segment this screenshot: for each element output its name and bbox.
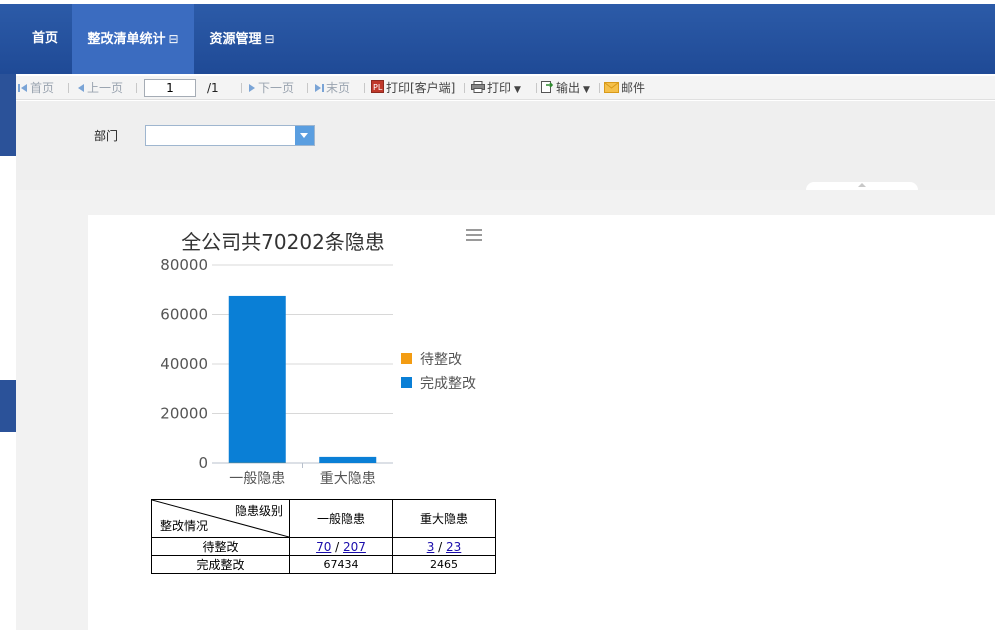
envelope-icon bbox=[604, 77, 619, 101]
table-cell: 70 / 207 bbox=[289, 537, 393, 556]
collapse-icon: ⊟ bbox=[264, 32, 275, 46]
last-page-label: 末页 bbox=[326, 81, 351, 95]
bar-done-0 bbox=[228, 295, 286, 463]
table-cell: 3 / 23 bbox=[392, 537, 496, 556]
toolbar-divider bbox=[241, 83, 242, 93]
nav-item-label: 首页 bbox=[31, 31, 58, 46]
nav-item-label: 整改清单统计 bbox=[87, 32, 166, 47]
toolbar-divider bbox=[536, 83, 537, 93]
bar-done-1 bbox=[319, 456, 377, 463]
legend-label: 待整改 bbox=[420, 352, 462, 368]
y-tick-label: 0 bbox=[198, 454, 208, 472]
pdf-print-icon: PL bbox=[371, 77, 384, 101]
column-axis-label: 隐患级别 bbox=[234, 504, 283, 518]
toolbar-divider bbox=[464, 83, 465, 93]
report-toolbar: 首页 上一页 /1 下一页 末页 PL 打印[客户端] 打印▼ 输出▼ bbox=[16, 76, 995, 100]
dropdown-arrow-icon: ▼ bbox=[583, 85, 590, 95]
export-icon bbox=[541, 77, 554, 101]
print-client-label: 打印[客户端] bbox=[386, 81, 456, 95]
next-page-button[interactable]: 下一页 bbox=[248, 76, 294, 100]
chevron-down-icon[interactable] bbox=[295, 126, 314, 145]
toolbar-divider bbox=[364, 83, 365, 93]
y-tick-label: 40000 bbox=[160, 355, 208, 373]
table-row: 待整改 70 / 207 3 / 23 bbox=[151, 537, 496, 556]
last-page-icon bbox=[314, 77, 324, 101]
y-tick-label: 80000 bbox=[160, 256, 208, 274]
nav-item-rectification-stats[interactable]: 整改清单统计 ⊟ bbox=[72, 4, 194, 74]
page-total: /1 bbox=[207, 81, 219, 95]
row-axis-label: 整改情况 bbox=[160, 519, 209, 533]
next-page-label: 下一页 bbox=[258, 81, 295, 95]
table-corner-header: 隐患级别 整改情况 bbox=[151, 499, 290, 538]
x-tick-label: 重大隐患 bbox=[320, 471, 376, 487]
chart-menu-icon[interactable] bbox=[466, 229, 482, 241]
first-page-button[interactable]: 首页 bbox=[18, 76, 54, 100]
toolbar-divider bbox=[307, 83, 308, 93]
toolbar-divider bbox=[68, 83, 69, 93]
total-count-link[interactable]: 23 bbox=[446, 540, 461, 554]
print-client-button[interactable]: PL 打印[客户端] bbox=[371, 76, 455, 100]
x-tick-label: 一般隐患 bbox=[229, 471, 285, 487]
collapse-filter-tab[interactable] bbox=[806, 182, 918, 190]
mail-label: 邮件 bbox=[621, 81, 646, 95]
y-tick-label: 20000 bbox=[160, 405, 208, 423]
department-label: 部门 bbox=[94, 129, 119, 143]
prev-page-label: 上一页 bbox=[87, 81, 124, 95]
legend-label: 完成整改 bbox=[420, 376, 476, 392]
dropdown-arrow-icon: ▼ bbox=[514, 85, 521, 95]
separator: / bbox=[434, 539, 447, 554]
collapse-icon: ⊟ bbox=[168, 32, 179, 46]
left-side-bar bbox=[0, 74, 16, 156]
row-header: 完成整改 bbox=[151, 555, 290, 574]
nav-item-home[interactable]: 首页 bbox=[18, 4, 72, 74]
toolbar-divider bbox=[599, 83, 600, 93]
table-row: 完成整改 67434 2465 bbox=[151, 555, 496, 574]
table-cell: 2465 bbox=[392, 555, 496, 574]
first-page-icon bbox=[18, 77, 28, 101]
print-label: 打印 bbox=[487, 81, 512, 95]
export-button[interactable]: 输出 ▼ bbox=[541, 76, 590, 100]
row-header: 待整改 bbox=[151, 537, 290, 556]
separator: / bbox=[331, 539, 344, 554]
chart-title: 全公司共70202条隐患 bbox=[181, 230, 385, 254]
department-select[interactable] bbox=[145, 125, 315, 146]
svg-text:PL: PL bbox=[373, 83, 383, 92]
y-tick-label: 60000 bbox=[160, 306, 208, 324]
page-number-input[interactable] bbox=[144, 79, 196, 97]
table-cell: 67434 bbox=[289, 555, 393, 574]
column-header: 一般隐患 bbox=[289, 499, 393, 538]
filter-panel: 部门 bbox=[16, 101, 995, 190]
print-button[interactable]: 打印 ▼ bbox=[471, 76, 521, 100]
printer-icon bbox=[471, 77, 485, 101]
top-navigation: 首页 整改清单统计 ⊟ 资源管理 ⊟ bbox=[0, 4, 995, 74]
total-count-link[interactable]: 207 bbox=[343, 540, 366, 554]
last-page-button[interactable]: 末页 bbox=[314, 76, 350, 100]
nav-item-label: 资源管理 bbox=[209, 32, 262, 47]
pending-count-link[interactable]: 70 bbox=[316, 540, 331, 554]
nav-item-resource-management[interactable]: 资源管理 ⊟ bbox=[194, 4, 290, 74]
left-side-bar-handle[interactable] bbox=[0, 380, 16, 432]
legend-swatch bbox=[401, 377, 412, 388]
prev-page-icon bbox=[77, 77, 85, 101]
next-page-icon bbox=[248, 77, 256, 101]
export-label: 输出 bbox=[556, 81, 581, 95]
hazard-summary-table: 隐患级别 整改情况 一般隐患 重大隐患 待整改 70 / 207 3 / 23 … bbox=[151, 499, 496, 574]
legend-swatch bbox=[401, 353, 412, 364]
mail-button[interactable]: 邮件 bbox=[604, 76, 645, 100]
toolbar-divider bbox=[136, 83, 137, 93]
column-header: 重大隐患 bbox=[392, 499, 496, 538]
first-page-label: 首页 bbox=[30, 81, 55, 95]
hazard-bar-chart: 全公司共70202条隐患 80000 60000 40000 20000 0 一般隐患 重大隐… bbox=[160, 230, 476, 487]
prev-page-button[interactable]: 上一页 bbox=[77, 76, 123, 100]
